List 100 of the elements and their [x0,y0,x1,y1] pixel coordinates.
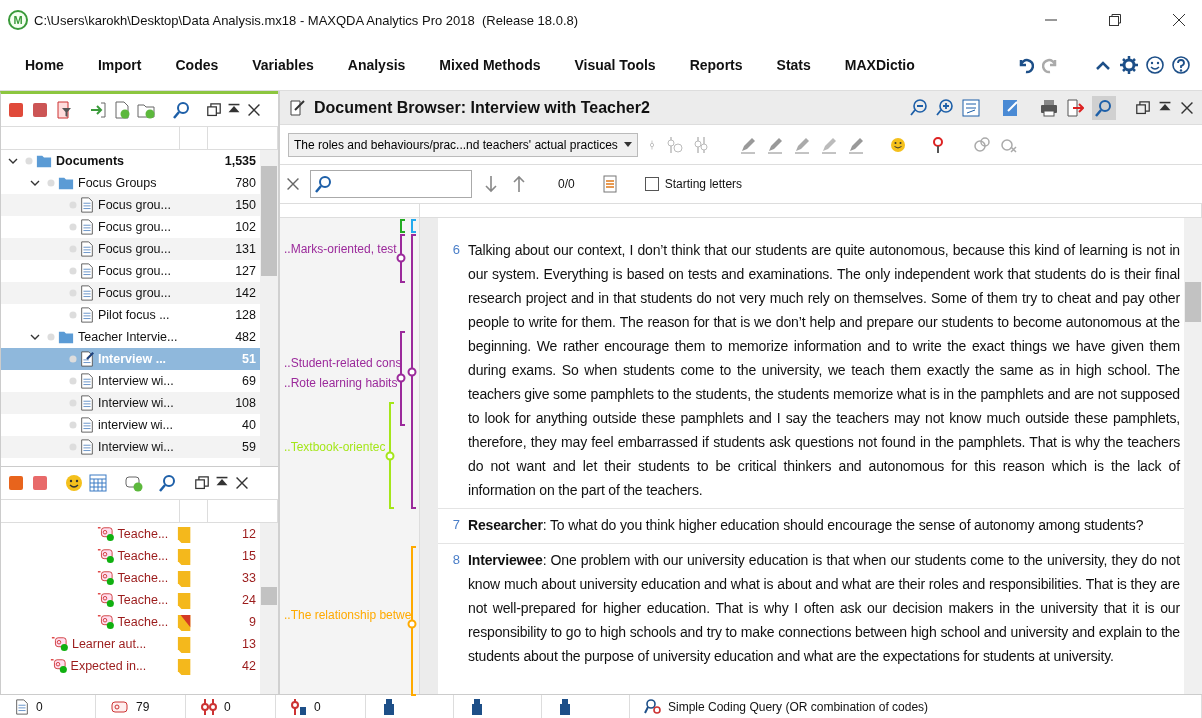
code-system-icon[interactable] [7,473,25,492]
code-item[interactable]: Teache... 33 [1,566,260,589]
code-item[interactable]: Learner aut... 13 [1,632,260,655]
code-label: Expected in... [70,658,147,673]
starting-letters-checkbox[interactable]: Starting letters [644,177,743,191]
close-icon[interactable] [247,103,261,117]
document-icon [79,218,95,236]
status-text: 0 [36,699,43,714]
bullet-icon [25,157,33,165]
export-icon[interactable] [1066,98,1084,117]
document-icon [79,438,95,456]
code-item[interactable]: Teache... 9 [1,610,260,633]
print-icon[interactable] [1040,98,1058,117]
tree-item[interactable]: Focus grou... 150 [1,194,260,216]
coding-label[interactable]: ..Rote learning habits [284,376,398,390]
smiley-icon[interactable] [65,473,83,492]
add-code-marker-icon[interactable] [665,135,684,154]
document-icon [79,240,95,258]
dropdown-arrow-icon [623,141,632,148]
paragraph-number: 6 [451,241,461,259]
document-icon [79,306,95,324]
highlighter-icon[interactable] [765,135,784,154]
bullet-icon [47,333,55,341]
search-icon[interactable] [173,101,191,119]
restore-icon[interactable] [1136,100,1150,115]
close-icon[interactable] [1180,100,1194,115]
menu-item[interactable]: Visual Tools [557,53,673,77]
code-item[interactable]: Teache... 15 [1,544,260,567]
activated-codes-icon [200,697,218,716]
weight-icon [290,697,308,716]
highlighter-icon[interactable] [738,135,757,154]
scrollbar[interactable] [260,522,278,694]
menu-item[interactable]: Home [8,53,81,77]
code-label: Teache... [117,548,169,563]
folder-icon [57,329,75,345]
code-label: Teache... [117,614,169,629]
zoom-out-icon[interactable] [910,98,928,117]
menu-item[interactable]: Mixed Methods [422,53,558,77]
table-icon[interactable] [89,473,107,492]
tree-item[interactable]: Focus grou... 142 [1,282,260,304]
restore-icon[interactable] [207,103,221,117]
restore-icon[interactable] [195,475,209,490]
settings-icon[interactable] [1120,56,1138,74]
window-title: C:\Users\karokh\Desktop\Data Analysis.mx18 - MAXQDA Analytics Pro 2018 (Release 18.0.8) [34,12,580,28]
new-folder-icon[interactable] [137,101,155,119]
zoom-reset-icon[interactable] [962,98,980,117]
menu-item[interactable]: MAXDictio [827,53,932,77]
tree-item[interactable]: Interview wi... 108 [1,392,260,414]
help-icon[interactable] [1172,56,1190,74]
coding-label[interactable]: ..Student-related cons [284,356,402,370]
coding-stripe[interactable] [400,219,406,233]
highlighter-icon[interactable] [846,135,865,154]
menu-item[interactable]: Analysis [330,53,423,77]
code-tag-icon[interactable] [31,473,49,492]
zoom-in-icon[interactable] [936,98,954,117]
search-icon[interactable] [1095,98,1113,117]
new-document-icon[interactable] [113,101,131,119]
arrow-down-icon[interactable] [482,175,500,193]
edit-icon[interactable] [1002,98,1020,117]
code-item[interactable]: Teache... 24 [1,588,260,611]
smiley-icon[interactable] [1146,56,1164,74]
search-field[interactable] [310,170,472,198]
copy-documents-icon[interactable] [31,101,49,119]
coding-stripe[interactable] [407,234,417,509]
clear-search-icon[interactable] [286,177,300,191]
import-icon[interactable] [89,101,107,119]
menu-item[interactable]: Reports [672,53,760,77]
bullet-icon [47,179,55,187]
document-icon [79,394,95,412]
new-code-icon[interactable] [125,473,143,492]
bullet-icon [69,421,77,429]
folder-icon [57,175,75,191]
tree-item[interactable]: Focus grou... 131 [1,238,260,260]
code-item[interactable]: Teache... 12 [1,522,260,545]
status-text: 0 [224,699,231,714]
menu-item[interactable]: Stats [759,53,828,77]
search-icon[interactable] [315,175,333,193]
code-label: Teache... [117,526,169,541]
edit-document-icon [288,98,306,117]
scrollbar[interactable] [1184,218,1202,694]
close-icon[interactable] [235,475,249,490]
bullet-icon [69,267,77,275]
coding-stripe[interactable] [396,234,406,283]
search-icon[interactable] [159,473,177,492]
smiley-icon[interactable] [888,135,907,154]
code-item[interactable]: Expected in... 42 [1,654,260,677]
menu-item[interactable]: Codes [158,53,236,77]
bullet-icon [69,223,77,231]
code-label: Teache... [117,592,169,607]
scrollbar[interactable] [260,150,278,466]
code-markers-icon[interactable] [692,135,711,154]
app-logo: M [8,10,28,30]
tree-item[interactable]: Interview wi... 59 [1,436,260,458]
code-dropdown[interactable]: The roles and behaviours/prac...nd teachers' actual practices [288,132,638,157]
menu-item[interactable]: Import [80,53,159,77]
documents-icon[interactable] [7,101,25,119]
menu-item[interactable]: Variables [235,53,331,77]
filter-document-icon[interactable] [55,101,73,119]
coding-label[interactable]: ..Marks-oriented, test [284,242,397,256]
document-icon [79,372,95,390]
